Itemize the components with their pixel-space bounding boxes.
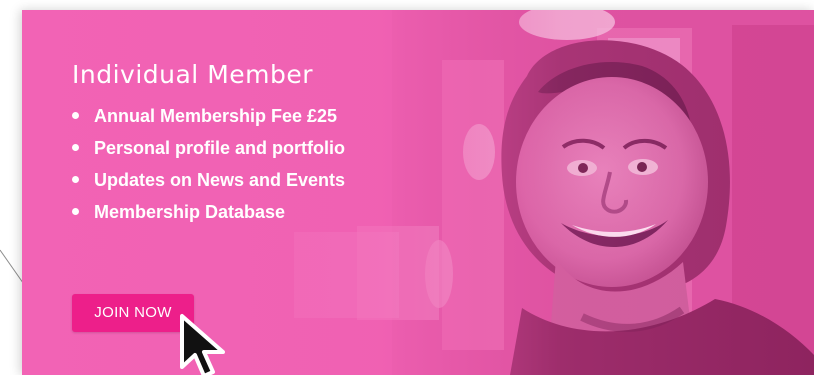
feature-label: Membership Database [94,202,286,222]
feature-item: Personal profile and portfolio [72,132,492,164]
bullet-dot-icon [72,112,79,119]
feature-item: Membership Database [72,196,492,228]
membership-title: Individual Member [72,60,314,89]
bullet-dot-icon [72,176,79,183]
feature-item: Annual Membership Fee £25 [72,100,492,132]
screenshot-frame: Individual Member Annual Membership Fee … [0,0,814,375]
membership-features-list: Annual Membership Fee £25 Personal profi… [72,100,492,228]
feature-label: Personal profile and portfolio [94,138,346,158]
feature-label: Updates on News and Events [94,170,346,190]
individual-member-card: Individual Member Annual Membership Fee … [22,10,814,375]
bullet-dot-icon [72,208,79,215]
bullet-dot-icon [72,144,79,151]
membership-content: Individual Member Annual Membership Fee … [72,58,492,228]
feature-label: Annual Membership Fee £25 [94,106,338,126]
join-now-button[interactable]: JOIN NOW [72,294,194,332]
feature-item: Updates on News and Events [72,164,492,196]
